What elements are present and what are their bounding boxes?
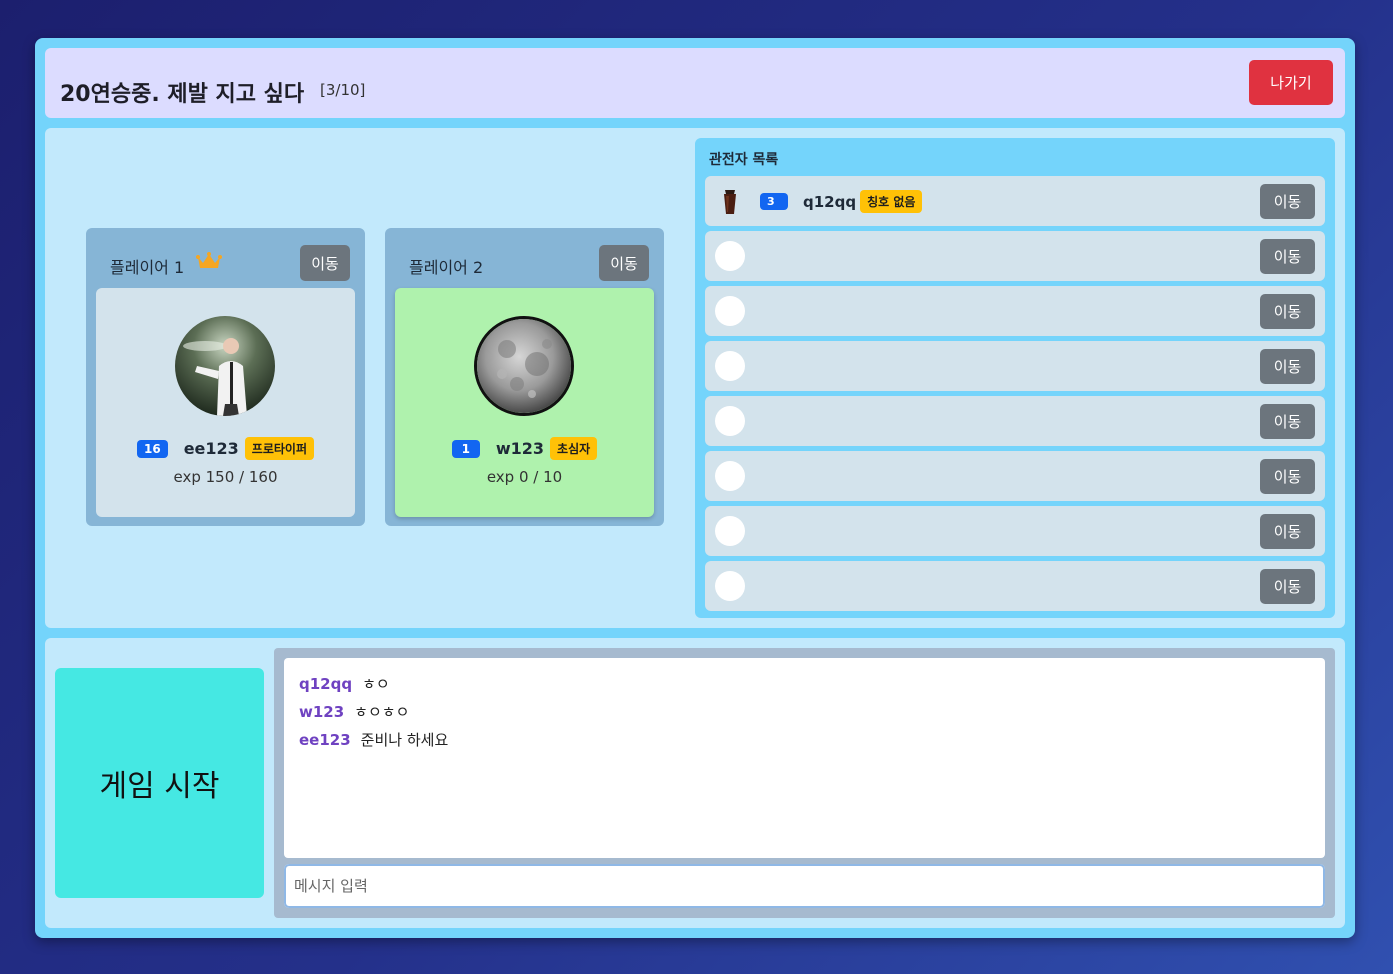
- spectator-move-button[interactable]: 이동: [1260, 294, 1315, 329]
- room-main-area: 플레이어 1 이동 16 ee123 프로타이퍼 exp 150 / 160 플…: [45, 128, 1345, 628]
- spectator-move-button[interactable]: 이동: [1260, 184, 1315, 219]
- spectator-move-button[interactable]: 이동: [1260, 459, 1315, 494]
- spectator-info: 3 q12qq 칭호 없음: [760, 190, 923, 213]
- chat-username: q12qq: [299, 675, 353, 693]
- spectator-row-empty: 이동: [705, 286, 1325, 336]
- spectator-row-empty: 이동: [705, 341, 1325, 391]
- empty-avatar: [715, 351, 745, 381]
- crown-icon: [196, 251, 222, 275]
- empty-avatar: [715, 571, 745, 601]
- chat-input[interactable]: [284, 864, 1325, 908]
- player-exp: exp 150 / 160: [173, 468, 278, 486]
- empty-avatar: [715, 241, 745, 271]
- spectator-move-button[interactable]: 이동: [1260, 404, 1315, 439]
- spectator-row-empty: 이동: [705, 506, 1325, 556]
- drink-cup-icon: [715, 186, 745, 216]
- chat-message: ee123 준비나 하세요: [299, 729, 448, 750]
- empty-avatar: [715, 461, 745, 491]
- player-2-profile: 1 w123 초심자 exp 0 / 10: [395, 288, 654, 517]
- spectator-row-empty: 이동: [705, 231, 1325, 281]
- chat-username: w123: [299, 703, 345, 721]
- player-slot-1: 플레이어 1 이동 16 ee123 프로타이퍼 exp 150 / 160: [86, 228, 365, 526]
- game-room-window: 20연승중. 제발 지고 싶다 [3/10] 나가기 플레이어 1 이동 16 …: [35, 38, 1355, 938]
- player-name: ee123: [183, 439, 239, 458]
- level-badge: 16: [136, 439, 168, 458]
- spectator-move-button[interactable]: 이동: [1260, 514, 1315, 549]
- room-player-count: [3/10]: [320, 81, 366, 99]
- chat-text: ㅎㅇ: [362, 675, 390, 693]
- player-exp: exp 0 / 10: [486, 468, 563, 486]
- title-badge: 칭호 없음: [860, 190, 923, 213]
- empty-avatar: [715, 516, 745, 546]
- bottom-panel: 게임 시작 q12qq ㅎㅇ w123 ㅎㅇㅎㅇ ee123 준비나 하세요: [45, 638, 1345, 928]
- spectator-row: 3 q12qq 칭호 없음 이동: [705, 176, 1325, 226]
- avatar: [175, 316, 275, 416]
- player-slot-2: 플레이어 2 이동 1 w123 초심자 exp 0 / 10: [385, 228, 664, 526]
- avatar: [474, 316, 574, 416]
- player-2-move-button[interactable]: 이동: [599, 245, 649, 281]
- spectator-list: 관전자 목록 3 q12qq 칭호 없음 이동 이동 이동 이동 이동 이동 이…: [695, 138, 1335, 618]
- player-1-profile: 16 ee123 프로타이퍼 exp 150 / 160: [96, 288, 355, 517]
- spectator-row-empty: 이동: [705, 396, 1325, 446]
- empty-avatar: [715, 406, 745, 436]
- spectator-name: q12qq: [803, 192, 857, 211]
- player-slot-label: 플레이어 2: [409, 258, 484, 277]
- spectator-row-empty: 이동: [705, 561, 1325, 611]
- room-title: 20연승중. 제발 지고 싶다: [60, 82, 305, 107]
- player-1-move-button[interactable]: 이동: [300, 245, 350, 281]
- player-slot-label: 플레이어 1: [110, 258, 185, 277]
- title-badge: 프로타이퍼: [244, 437, 314, 460]
- start-game-button[interactable]: 게임 시작: [55, 668, 264, 898]
- player-info-row: 16 ee123 프로타이퍼: [96, 437, 355, 460]
- spectator-move-button[interactable]: 이동: [1260, 569, 1315, 604]
- chat-text: 준비나 하세요: [360, 731, 449, 749]
- chat-panel: q12qq ㅎㅇ w123 ㅎㅇㅎㅇ ee123 준비나 하세요: [274, 648, 1335, 918]
- player-info-row: 1 w123 초심자: [395, 437, 654, 460]
- empty-avatar: [715, 296, 745, 326]
- chat-text: ㅎㅇㅎㅇ: [354, 703, 410, 721]
- spectator-move-button[interactable]: 이동: [1260, 239, 1315, 274]
- chat-log: q12qq ㅎㅇ w123 ㅎㅇㅎㅇ ee123 준비나 하세요: [284, 658, 1325, 858]
- chat-message: w123 ㅎㅇㅎㅇ: [299, 701, 409, 722]
- spectator-list-title: 관전자 목록: [709, 152, 779, 168]
- spectator-row-empty: 이동: [705, 451, 1325, 501]
- player-name: w123: [495, 439, 545, 458]
- chat-message: q12qq ㅎㅇ: [299, 673, 390, 694]
- exit-button[interactable]: 나가기: [1249, 60, 1333, 105]
- room-header: 20연승중. 제발 지고 싶다 [3/10] 나가기: [45, 48, 1345, 118]
- level-badge: 3: [760, 193, 788, 210]
- title-badge: 초심자: [550, 437, 598, 460]
- spectator-move-button[interactable]: 이동: [1260, 349, 1315, 384]
- level-badge: 1: [451, 439, 480, 458]
- chat-username: ee123: [299, 731, 351, 749]
